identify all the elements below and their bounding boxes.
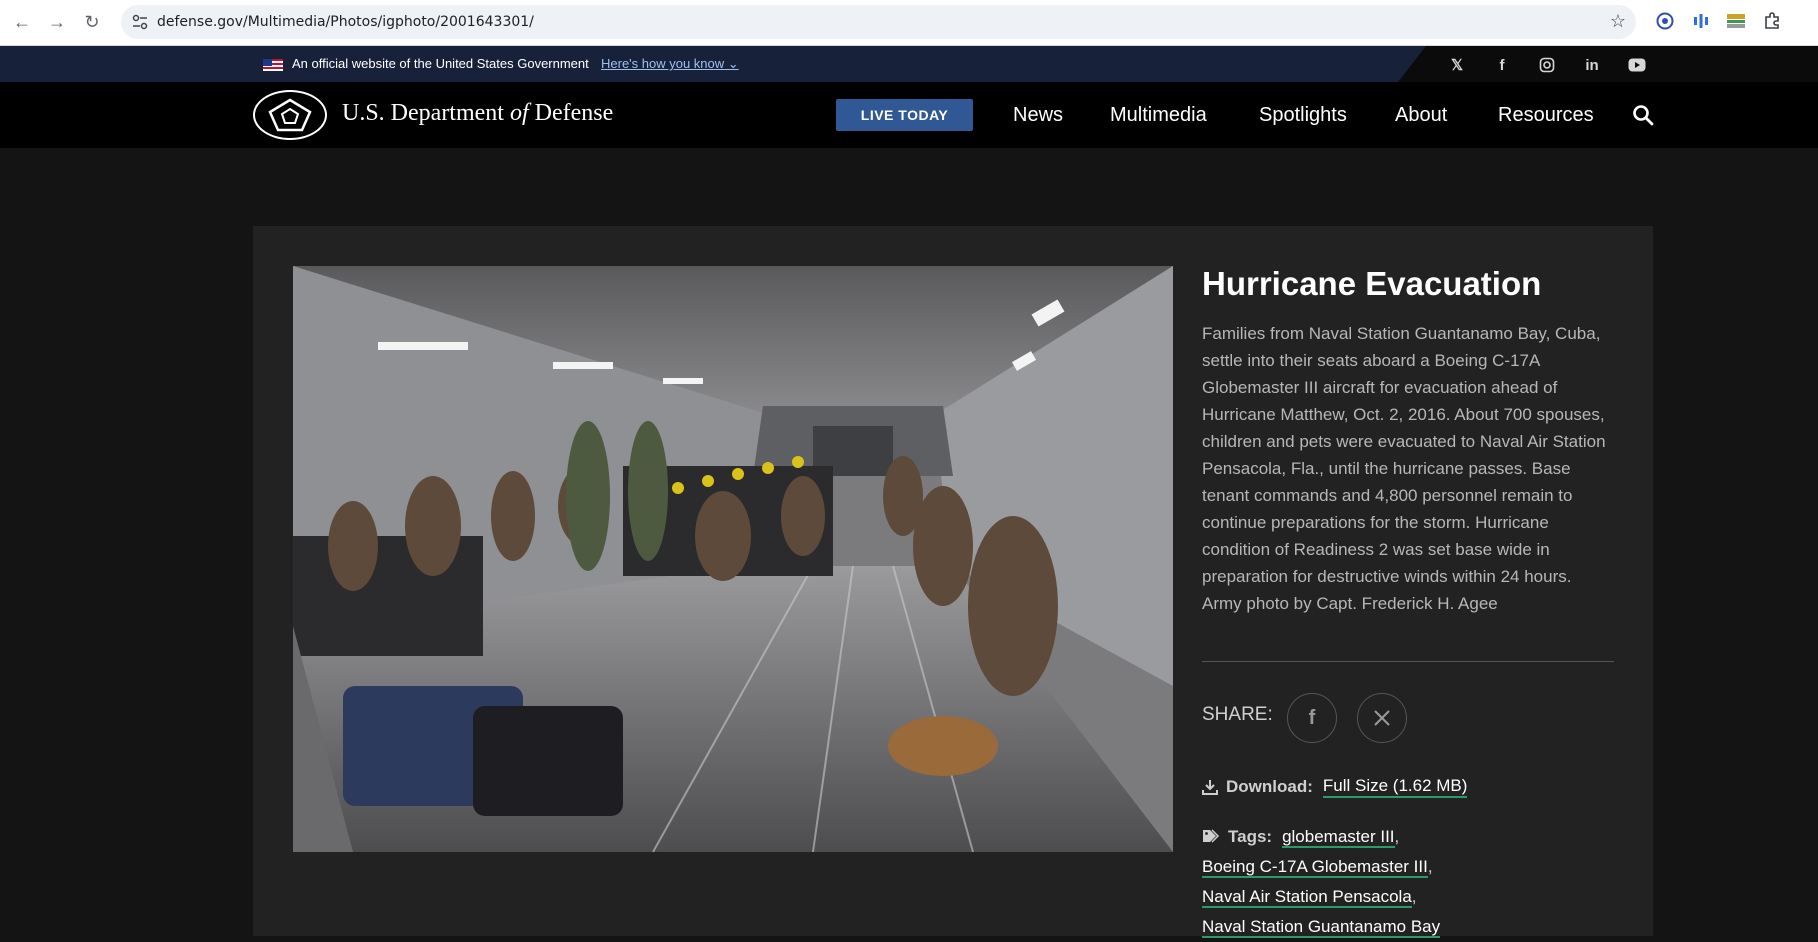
browser-toolbar: ← → ↻ defense.gov/Multimedia/Photos/igph… bbox=[0, 0, 1818, 46]
info-divider bbox=[1202, 661, 1614, 662]
nav-news[interactable]: News bbox=[1013, 104, 1063, 127]
tag-link[interactable]: globemaster III bbox=[1282, 827, 1395, 848]
download-icon bbox=[1202, 780, 1218, 795]
reload-icon[interactable]: ↻ bbox=[80, 10, 104, 34]
photo-title: Hurricane Evacuation bbox=[1202, 265, 1542, 302]
url-text[interactable]: defense.gov/Multimedia/Photos/igphoto/20… bbox=[157, 14, 534, 30]
us-flag-icon bbox=[263, 59, 283, 71]
x-social-icon[interactable]: 𝕏 bbox=[1447, 55, 1467, 75]
gov-banner: An official website of the United States… bbox=[0, 46, 1818, 82]
heres-how-you-know-link[interactable]: Here's how you know ⌄ bbox=[601, 56, 739, 72]
brand-of: of bbox=[509, 100, 529, 126]
extension-globe-icon[interactable] bbox=[1654, 10, 1676, 32]
extension-audio-icon[interactable] bbox=[1690, 10, 1712, 32]
nav-multimedia[interactable]: Multimedia bbox=[1110, 104, 1207, 127]
photo-description: Families from Naval Station Guantanamo B… bbox=[1202, 324, 1606, 613]
tag-link[interactable]: Boeing C-17A Globemaster III bbox=[1202, 857, 1428, 878]
linkedin-social-icon[interactable]: in bbox=[1582, 55, 1602, 75]
extension-dvids-icon[interactable] bbox=[1725, 10, 1747, 32]
share-x-button[interactable] bbox=[1357, 693, 1407, 743]
site-header: U.S. Department of Defense LIVE TODAY Ne… bbox=[0, 82, 1818, 148]
nav-about[interactable]: About bbox=[1395, 104, 1447, 127]
pentagon-seal-icon[interactable] bbox=[253, 90, 327, 140]
site-brand[interactable]: U.S. Department of Defense bbox=[342, 100, 613, 127]
brand-suffix: Defense bbox=[534, 100, 614, 126]
live-today-button[interactable]: LIVE TODAY bbox=[836, 99, 973, 131]
tags-icon bbox=[1203, 829, 1220, 843]
extensions-puzzle-icon[interactable] bbox=[1761, 10, 1783, 32]
back-arrow-icon[interactable]: ← bbox=[10, 10, 34, 34]
download-label: Download: bbox=[1226, 777, 1313, 796]
photo-info: Hurricane Evacuation Families from Naval… bbox=[1202, 262, 1614, 617]
download-row: Download: Full Size (1.62 MB) bbox=[1202, 776, 1468, 798]
nav-spotlights[interactable]: Spotlights bbox=[1259, 104, 1347, 127]
instagram-social-icon[interactable] bbox=[1537, 55, 1557, 75]
address-bar[interactable]: defense.gov/Multimedia/Photos/igphoto/20… bbox=[121, 5, 1636, 39]
share-facebook-button[interactable]: f bbox=[1287, 693, 1337, 743]
search-icon[interactable] bbox=[1632, 104, 1654, 126]
facebook-social-icon[interactable]: f bbox=[1492, 55, 1512, 75]
tags-label: Tags: bbox=[1228, 827, 1273, 846]
youtube-social-icon[interactable] bbox=[1627, 55, 1647, 75]
download-full-size-link[interactable]: Full Size (1.62 MB) bbox=[1322, 776, 1468, 798]
tags-list: Tags: globemaster III, Boeing C-17A Globe… bbox=[1202, 827, 1441, 938]
tag-link[interactable]: Naval Station Guantanamo Bay bbox=[1202, 917, 1441, 938]
forward-arrow-icon[interactable]: → bbox=[45, 10, 69, 34]
evacuation-photo[interactable] bbox=[293, 266, 1173, 852]
site-info-icon[interactable] bbox=[131, 13, 149, 31]
bookmark-star-icon[interactable]: ☆ bbox=[1610, 11, 1626, 32]
photo-card: Hurricane Evacuation Families from Naval… bbox=[253, 226, 1653, 938]
tag-link[interactable]: Naval Air Station Pensacola bbox=[1202, 887, 1412, 908]
share-label: SHARE: bbox=[1202, 704, 1273, 725]
nav-resources[interactable]: Resources bbox=[1498, 104, 1594, 127]
brand-prefix: U.S. Department bbox=[342, 100, 504, 126]
gov-banner-text: An official website of the United States… bbox=[292, 56, 589, 71]
